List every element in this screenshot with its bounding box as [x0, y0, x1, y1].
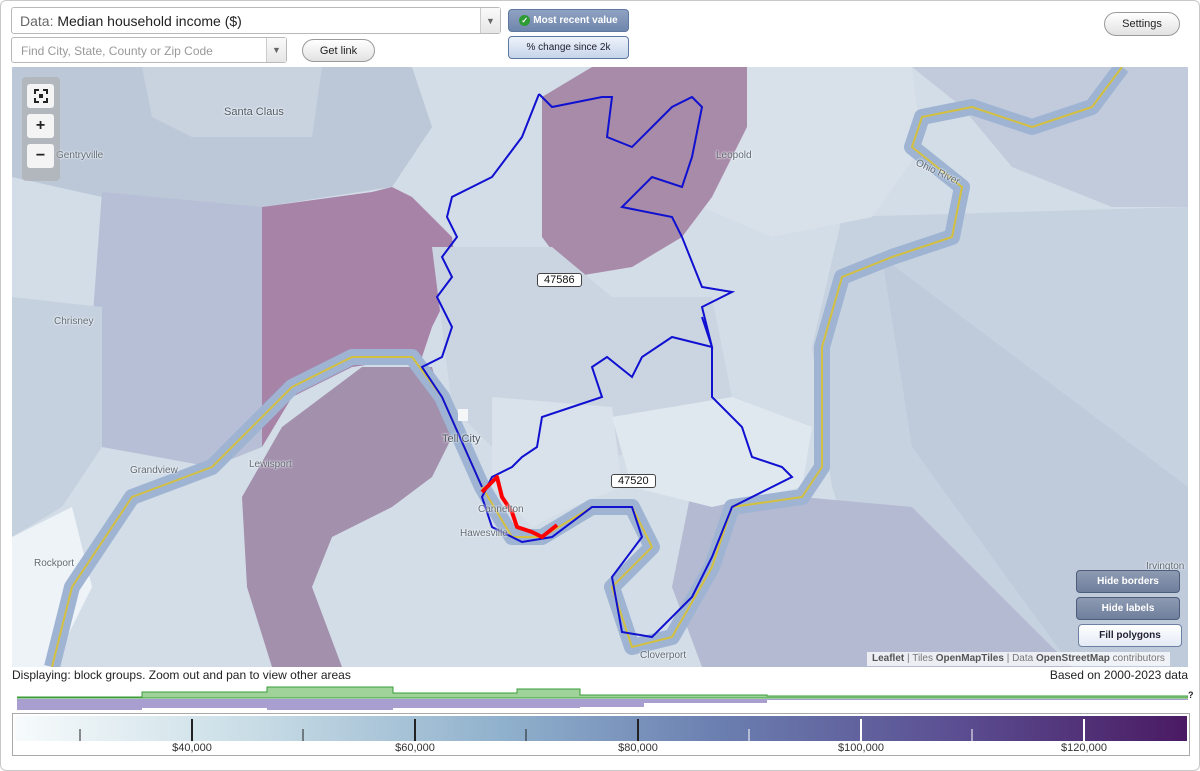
place-chrisney: Chrisney — [54, 316, 94, 327]
place-cloverport: Cloverport — [640, 650, 687, 661]
data-range-note: Based on 2000-2023 data — [1049, 668, 1188, 682]
zoom-control: + − — [22, 77, 60, 181]
displaying-status: Displaying: block groups. Zoom out and p… — [12, 668, 351, 682]
leaflet-link[interactable]: Leaflet — [872, 653, 904, 664]
place-santa-claus: Santa Claus — [224, 106, 284, 118]
openstreetmap-link[interactable]: OpenStreetMap — [1036, 653, 1110, 664]
attrib-contrib: contributors — [1112, 653, 1165, 664]
search-placeholder: Find City, State, County or Zip Code — [21, 44, 213, 58]
place-leopold: Leopold — [716, 150, 752, 161]
legend-label-80k: $80,000 — [618, 742, 658, 754]
hide-borders-button[interactable]: Hide borders — [1076, 570, 1180, 593]
data-select[interactable]: Data: Median household income ($) ▼ — [11, 7, 501, 34]
fullscreen-icon[interactable] — [27, 84, 54, 108]
zoom-out-icon[interactable]: − — [27, 144, 54, 168]
place-gentryville: Gentryville — [56, 150, 104, 161]
place-grandview: Grandview — [130, 465, 178, 476]
settings-button[interactable]: Settings — [1104, 12, 1180, 36]
most-recent-value-toggle[interactable]: ✓ Most recent value — [508, 9, 629, 32]
zip-label-47586[interactable]: 47586 — [537, 273, 582, 287]
hide-labels-button[interactable]: Hide labels — [1076, 597, 1180, 620]
place-rockport: Rockport — [34, 558, 75, 569]
color-legend: $40,000 $60,000 $80,000 $100,000 $120,00… — [12, 713, 1190, 756]
check-icon: ✓ — [519, 15, 531, 26]
legend-label-60k: $60,000 — [395, 742, 435, 754]
map-svg — [12, 67, 1188, 667]
legend-ticks — [79, 719, 1085, 741]
place-lewisport: Lewisport — [249, 459, 292, 470]
fill-polygons-button[interactable]: Fill polygons — [1078, 624, 1182, 647]
chevron-down-icon[interactable]: ▼ — [266, 38, 286, 62]
legend-label-120k: $120,000 — [1061, 742, 1107, 754]
place-tell-city: Tell City — [442, 433, 481, 445]
legend-label-40k: $40,000 — [172, 742, 212, 754]
chevron-down-icon[interactable]: ▼ — [480, 8, 500, 33]
place-cannelton: Cannelton — [478, 504, 524, 515]
get-link-button[interactable]: Get link — [302, 39, 375, 62]
search-input[interactable]: Find City, State, County or Zip Code ▼ — [11, 37, 287, 63]
histogram-help-icon[interactable]: ? — [1188, 690, 1194, 700]
data-prefix: Data: — [20, 13, 54, 29]
percent-change-toggle[interactable]: % change since 2k — [508, 36, 629, 59]
attrib-sep2: | Data — [1006, 653, 1034, 664]
data-value: Median household income ($) — [57, 13, 242, 29]
legend-label-100k: $100,000 — [838, 742, 884, 754]
map-attribution: Leaflet | Tiles OpenMapTiles | Data Open… — [867, 652, 1170, 666]
place-hawesville: Hawesville — [460, 528, 508, 539]
zip-label-47520[interactable]: 47520 — [611, 474, 656, 488]
distribution-histogram — [17, 686, 1188, 710]
openmaptiles-link[interactable]: OpenMapTiles — [936, 653, 1004, 664]
attrib-sep1: | Tiles — [907, 653, 933, 664]
map-canvas[interactable]: Santa Claus Gentryville Leopold Chrisney… — [12, 67, 1188, 667]
most-recent-label: Most recent value — [533, 15, 618, 26]
zoom-in-icon[interactable]: + — [27, 114, 54, 138]
